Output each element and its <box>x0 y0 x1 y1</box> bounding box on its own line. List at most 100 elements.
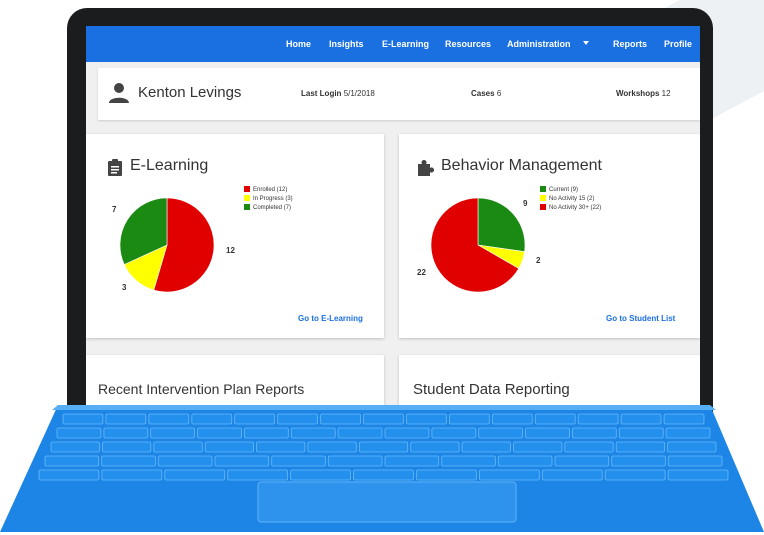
keyboard-key <box>320 413 361 425</box>
keyboard-key <box>615 441 666 453</box>
keyboard-key <box>157 455 213 467</box>
elearning-title: E-Learning <box>130 157 209 174</box>
student-data-title: Student Data Reporting <box>413 381 570 398</box>
keyboard-key <box>153 441 203 453</box>
user-icon <box>109 83 129 103</box>
keyboard-key <box>611 455 666 467</box>
keyboard-key <box>431 427 477 439</box>
keyboard-key <box>197 427 242 439</box>
pie-label-current: 9 <box>523 199 528 208</box>
legend-item: Completed (7) <box>244 204 293 213</box>
nav-home[interactable]: Home <box>286 26 311 62</box>
keyboard-key <box>358 441 409 453</box>
go-to-student-list-link[interactable]: Go to Student List <box>606 314 675 323</box>
elearning-card: E-Learning 7 12 3 Enrolled (12) In Progr… <box>86 134 384 338</box>
go-to-elearning-link[interactable]: Go to E-Learning <box>298 314 363 323</box>
behavior-card: Behavior Management 9 2 22 Current (9) N… <box>399 134 700 338</box>
keyboard-key <box>327 455 383 467</box>
app-screen: Home Insights E-Learning Resources Admin… <box>86 26 700 412</box>
keyboard-key <box>105 413 147 425</box>
keyboard-key <box>150 427 195 439</box>
behavior-pie-chart <box>430 197 526 293</box>
user-name: Kenton Levings <box>138 84 242 101</box>
keyboard-key <box>101 469 163 481</box>
keyboard-key <box>406 413 447 425</box>
keyboard-key <box>667 455 723 467</box>
keyboard-key <box>384 427 430 439</box>
legend-item: Enrolled (12) <box>244 186 293 195</box>
keyboard-key <box>214 455 270 467</box>
keyboard-key <box>461 441 511 453</box>
keyboard-key <box>103 427 149 439</box>
legend-swatch <box>244 195 250 201</box>
keyboard-key <box>256 441 306 453</box>
keyboard-key <box>227 469 288 481</box>
intervention-reports-title: Recent Intervention Plan Reports <box>98 381 305 397</box>
keyboard-key <box>534 413 576 425</box>
keyboard-key <box>478 427 524 439</box>
keyboard-key <box>384 455 440 467</box>
nav-profile[interactable]: Profile <box>664 26 692 62</box>
keyboard-key <box>363 413 404 425</box>
legend-item: Current (9) <box>540 186 601 195</box>
pie-label-in-progress: 3 <box>122 283 127 292</box>
keyboard-key <box>572 427 617 439</box>
keyboard-key <box>497 455 553 467</box>
keyboard-key <box>410 441 460 453</box>
nav-reports[interactable]: Reports <box>613 26 647 62</box>
keyboard-key <box>271 455 326 467</box>
keyboard-key <box>148 413 190 425</box>
legend-swatch <box>540 186 546 192</box>
keyboard-key <box>541 469 603 481</box>
nav-elearning[interactable]: E-Learning <box>382 26 429 62</box>
keyboard-cover <box>0 405 764 532</box>
nav-insights[interactable]: Insights <box>329 26 364 62</box>
keyboard-key <box>56 427 102 439</box>
clipboard-icon <box>108 159 122 176</box>
keyboard-key <box>243 427 289 439</box>
legend-item: No Activity 30+ (22) <box>540 204 601 213</box>
pie-label-no-activity-15: 2 <box>536 256 541 265</box>
keyboard-key <box>337 427 383 439</box>
keyboard-key <box>353 469 414 481</box>
keyboard-key <box>38 469 100 481</box>
keyboard-key <box>307 441 357 453</box>
elearning-legend: Enrolled (12) In Progress (3) Completed … <box>244 186 293 213</box>
puzzle-icon <box>418 160 434 176</box>
legend-item: No Activity 15 (2) <box>540 195 601 204</box>
keyboard-key <box>102 441 152 453</box>
keyboard-key <box>667 469 729 481</box>
last-login: Last Login 5/1/2018 <box>301 89 375 98</box>
behavior-title: Behavior Management <box>441 157 602 174</box>
keyboard-key <box>491 413 533 425</box>
keyboard-key <box>50 441 100 453</box>
keyboard-key <box>564 441 614 453</box>
keyboard-key <box>191 413 233 425</box>
nav-administration[interactable]: Administration <box>507 26 571 62</box>
legend-swatch <box>540 204 546 210</box>
chevron-down-icon[interactable] <box>583 41 589 45</box>
keyboard-key <box>618 427 664 439</box>
keyboard-key <box>204 441 254 453</box>
keyboard-key <box>620 413 662 425</box>
keyboard-key <box>277 413 319 425</box>
keyboard-key <box>667 441 717 453</box>
keyboard-key <box>525 427 570 439</box>
legend-swatch <box>540 195 546 201</box>
legend-swatch <box>244 204 250 210</box>
top-nav: Home Insights E-Learning Resources Admin… <box>86 26 700 62</box>
keyboard-key <box>554 455 610 467</box>
keyboard-key <box>663 413 705 425</box>
keyboard-key <box>62 413 104 425</box>
keyboard-key <box>234 413 275 425</box>
elearning-pie-chart <box>119 197 215 293</box>
pie-label-enrolled: 12 <box>226 246 235 255</box>
profile-summary: Kenton Levings Last Login 5/1/2018 Cases… <box>98 68 700 120</box>
keyboard-key <box>290 469 351 481</box>
nav-resources[interactable]: Resources <box>445 26 491 62</box>
keyboard-edge <box>52 405 716 410</box>
keyboard-key <box>164 469 226 481</box>
keyboard-key <box>101 455 156 467</box>
workshops-count: Workshops 12 <box>616 89 671 98</box>
keyboard-key <box>448 413 490 425</box>
